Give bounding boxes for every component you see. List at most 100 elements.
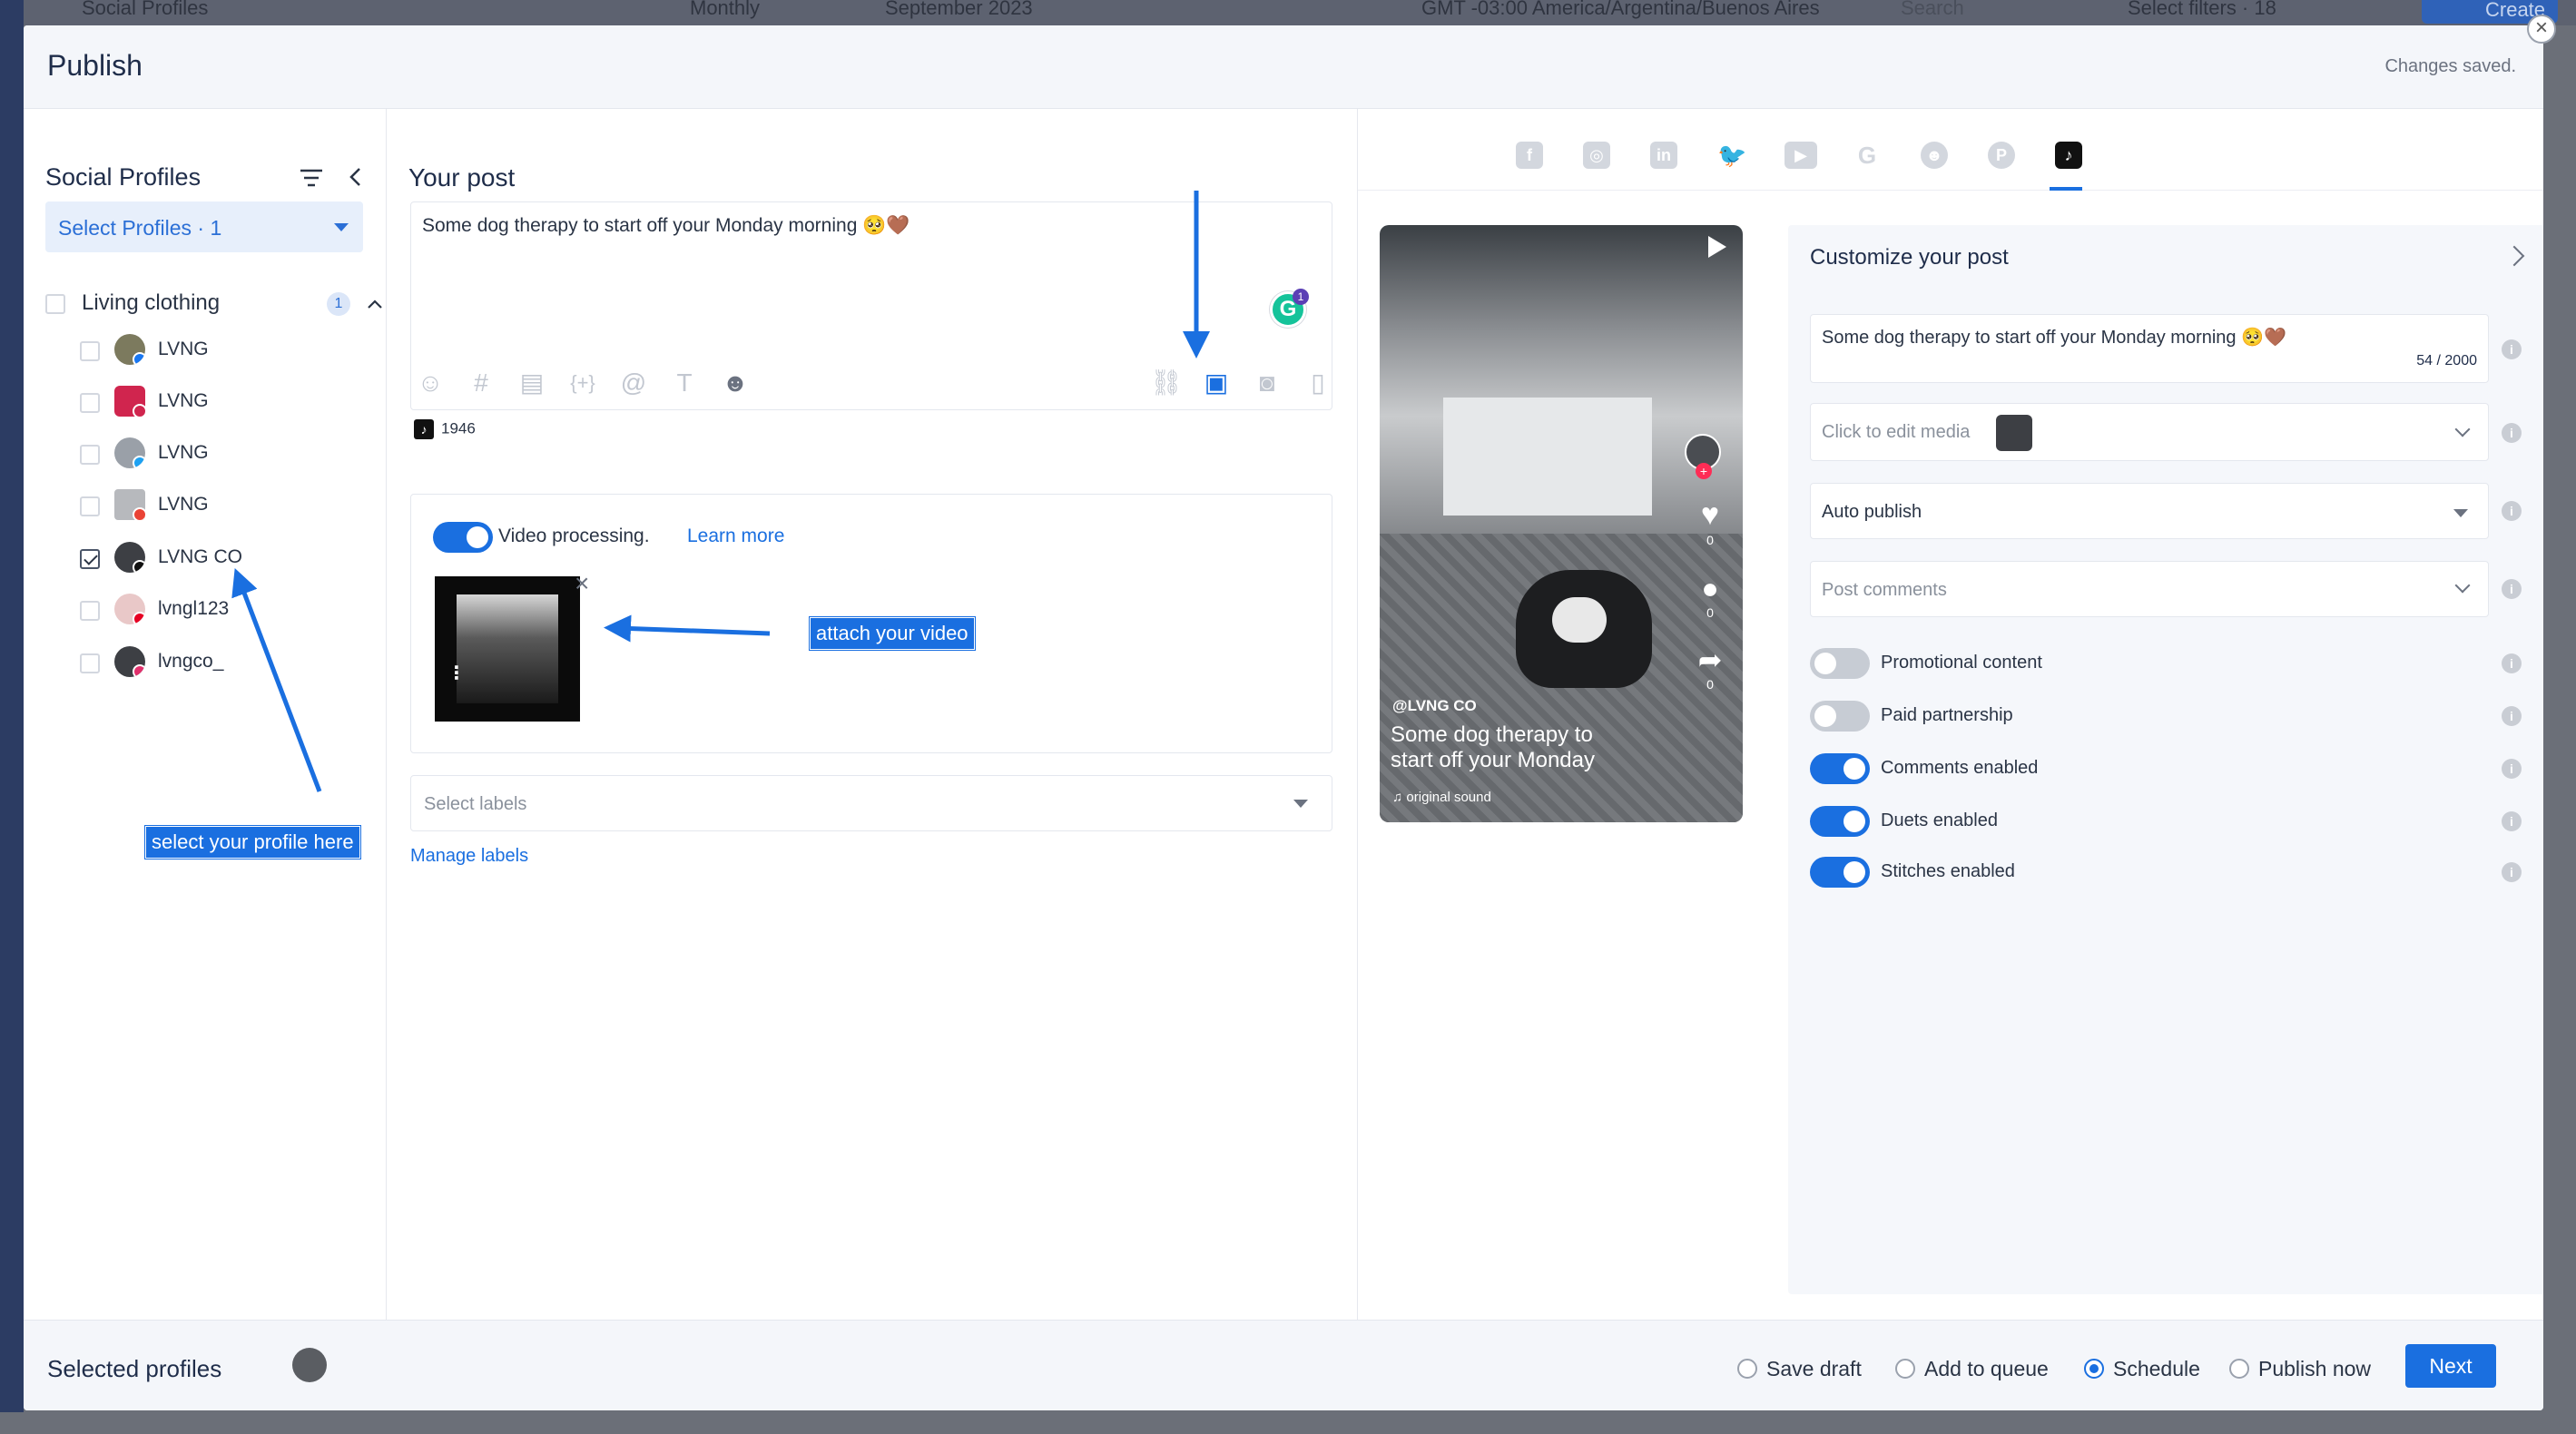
save-draft-label[interactable]: Save draft	[1766, 1357, 1862, 1381]
next-button[interactable]: Next	[2405, 1344, 2496, 1388]
video-upload-icon[interactable]: ▣	[1201, 368, 1232, 398]
tab-facebook-icon[interactable]: f	[1516, 142, 1543, 169]
like-icon: ♥ 0	[1692, 497, 1728, 547]
schedule-radio[interactable]	[2084, 1359, 2104, 1379]
profile-checkbox[interactable]	[80, 393, 100, 413]
publish-now-label[interactable]: Publish now	[2258, 1357, 2371, 1381]
info-icon[interactable]: i	[2502, 339, 2522, 359]
caret-down-icon	[1293, 800, 1308, 808]
profile-row[interactable]: LVNG	[80, 334, 352, 370]
learn-more-link[interactable]: Learn more	[687, 525, 784, 547]
video-processing-toggle[interactable]	[433, 522, 493, 553]
labels-dropdown[interactable]: Select labels	[410, 775, 1332, 831]
chevron-up-icon[interactable]	[365, 294, 385, 314]
tab-reddit-icon[interactable]: ☻	[1921, 142, 1948, 169]
custom-text-field[interactable]: Some dog therapy to start off your Monda…	[1810, 314, 2489, 383]
info-icon[interactable]: i	[2502, 579, 2522, 599]
close-modal-button[interactable]: ×	[2527, 15, 2556, 44]
profile-checkbox[interactable]	[80, 445, 100, 465]
mention-icon[interactable]: @	[618, 368, 649, 398]
tab-pinterest-icon[interactable]: P	[1988, 142, 2015, 169]
stitches-enabled-toggle[interactable]	[1810, 857, 1870, 888]
publish-mode-value: Auto publish	[1822, 502, 1922, 522]
comment-icon: ● 0	[1692, 572, 1728, 620]
profile-checkbox[interactable]	[80, 341, 100, 361]
play-icon[interactable]	[1708, 236, 1726, 258]
info-icon[interactable]: i	[2502, 862, 2522, 882]
caret-down-icon	[334, 223, 349, 231]
post-text[interactable]: Some dog therapy to start off your Monda…	[422, 215, 910, 237]
profile-row[interactable]: LVNG	[80, 437, 352, 474]
post-comments-placeholder: Post comments	[1822, 580, 1947, 600]
duets-enabled-toggle[interactable]	[1810, 806, 1870, 837]
network-tabs: f ◎ in 🐦 ▶ G ☻ P ♪	[1358, 109, 2543, 191]
info-icon[interactable]: i	[2502, 653, 2522, 673]
emoji-icon[interactable]: ☺	[415, 368, 446, 398]
bg-social-profiles-label: Social Profiles	[82, 0, 209, 19]
char-count-value: 1946	[441, 419, 476, 437]
info-icon[interactable]: i	[2502, 811, 2522, 831]
profile-checkbox[interactable]	[80, 496, 100, 516]
group-checkbox[interactable]	[45, 294, 65, 314]
tab-tiktok-icon[interactable]: ♪	[2055, 142, 2082, 169]
info-icon[interactable]: i	[2502, 759, 2522, 779]
info-icon[interactable]: i	[2502, 501, 2522, 521]
collapse-panel-icon[interactable]	[343, 163, 369, 191]
profile-group-row[interactable]: Living clothing 1	[45, 289, 382, 321]
tab-instagram-icon[interactable]: ◎	[1583, 142, 1610, 169]
custom-text[interactable]: Some dog therapy to start off your Monda…	[1822, 326, 2286, 349]
attach-video-callout: attach your video	[810, 617, 975, 650]
selected-profile-avatar[interactable]	[292, 1348, 327, 1382]
profile-checkbox[interactable]	[80, 653, 100, 673]
custom-char-count: 54 / 2000	[2416, 353, 2477, 368]
info-icon[interactable]: i	[2502, 423, 2522, 443]
remove-video-icon[interactable]: ×	[575, 569, 589, 598]
option-comments-enabled: Comments enabled i	[1810, 753, 2522, 784]
info-icon[interactable]: i	[2502, 706, 2522, 726]
post-comments-field[interactable]: Post comments	[1810, 561, 2489, 617]
preview-panel: f ◎ in 🐦 ▶ G ☻ P ♪ + ♥ 0 ● 0 ➦ 0 @LVNG CO S…	[1358, 109, 2543, 1320]
save-draft-radio[interactable]	[1737, 1359, 1757, 1379]
text-format-icon[interactable]: T	[669, 368, 700, 398]
tab-google-icon[interactable]: G	[1853, 142, 1881, 169]
snippet-icon[interactable]: ▤	[516, 368, 547, 398]
preview-handle: @LVNG CO	[1392, 697, 1477, 714]
add-to-queue-label[interactable]: Add to queue	[1924, 1357, 2049, 1381]
select-profiles-dropdown[interactable]: Select Profiles · 1	[45, 201, 363, 252]
edit-media-field[interactable]: Click to edit media	[1810, 403, 2489, 461]
grammarly-icon[interactable]: G1	[1270, 289, 1309, 328]
more-options-icon[interactable]: ⋮	[447, 662, 466, 684]
profile-row[interactable]: LVNG CO	[80, 542, 352, 578]
option-label: Stitches enabled	[1881, 861, 2015, 881]
instagram-icon	[133, 664, 145, 677]
profile-row[interactable]: LVNG	[80, 489, 352, 525]
add-to-queue-radio[interactable]	[1895, 1359, 1915, 1379]
schedule-label[interactable]: Schedule	[2113, 1357, 2200, 1381]
variables-icon[interactable]: {+}	[567, 368, 598, 398]
publish-now-radio[interactable]	[2229, 1359, 2249, 1379]
filter-icon[interactable]	[298, 165, 325, 191]
video-thumbnail[interactable]: ⋮	[435, 576, 580, 722]
paid-partnership-toggle[interactable]	[1810, 701, 1870, 732]
promotional-content-toggle[interactable]	[1810, 648, 1870, 679]
preview-scene	[1443, 398, 1652, 516]
profile-row[interactable]: lvngco_	[80, 646, 352, 683]
post-text-editor[interactable]: Some dog therapy to start off your Monda…	[410, 201, 1332, 410]
tab-linkedin-icon[interactable]: in	[1650, 142, 1677, 169]
ai-assistant-icon[interactable]: ☻	[720, 368, 751, 398]
grammarly-badge: 1	[1293, 289, 1309, 305]
hashtag-icon[interactable]: #	[466, 368, 497, 398]
profile-checkbox[interactable]	[80, 549, 100, 569]
document-icon[interactable]: ▯	[1303, 368, 1333, 398]
profile-row[interactable]: lvngl123	[80, 594, 352, 630]
tab-youtube-icon[interactable]: ▶	[1785, 142, 1817, 169]
tab-twitter-icon[interactable]: 🐦	[1717, 142, 1746, 169]
profile-row[interactable]: LVNG	[80, 386, 352, 422]
link-icon[interactable]: ⛓	[1150, 368, 1183, 398]
chevron-right-icon[interactable]	[2503, 245, 2525, 267]
comments-enabled-toggle[interactable]	[1810, 753, 1870, 784]
camera-icon[interactable]: ◙	[1252, 368, 1283, 398]
publish-mode-select[interactable]: Auto publish	[1810, 483, 2489, 539]
manage-labels-link[interactable]: Manage labels	[410, 846, 528, 867]
profile-checkbox[interactable]	[80, 601, 100, 621]
